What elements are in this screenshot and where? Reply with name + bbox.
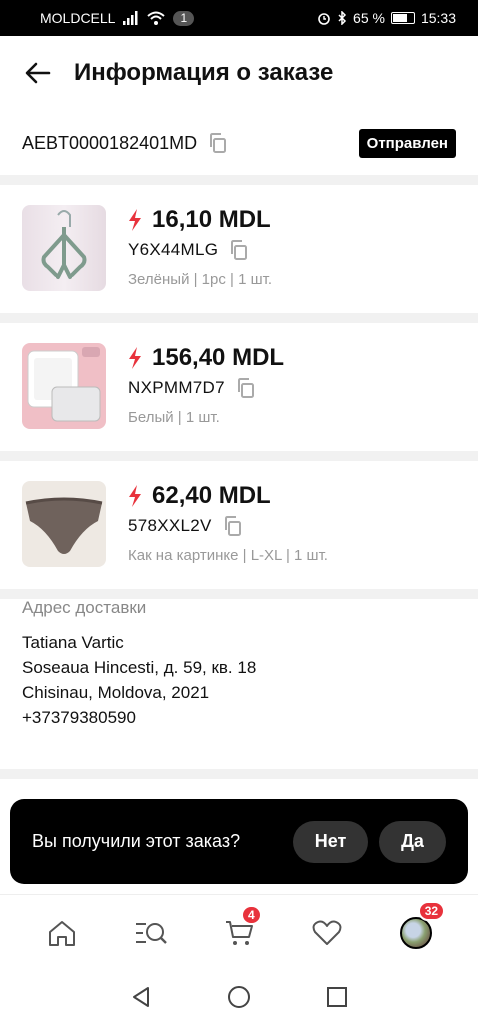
carrier-name: MOLDCELL (40, 10, 116, 26)
system-nav-bar (0, 970, 478, 1024)
order-id-row: AEBT0000182401MD Отправлен (0, 118, 478, 168)
item-variant: Как на картинке | L-XL | 1 шт. (128, 547, 328, 564)
recipient-name: Tatiana Vartic (22, 633, 124, 652)
recipient-phone: +37379380590 (22, 708, 136, 727)
search-list-icon (135, 922, 167, 944)
nav-home-icon[interactable] (227, 985, 251, 1009)
home-icon (49, 920, 76, 946)
order-item[interactable]: 62,40 MDL 578XXL2V Как на картинке | L-X… (0, 461, 478, 589)
delivery-address: Адрес доставки Tatiana Vartic Soseaua Hi… (22, 598, 452, 730)
no-button[interactable]: Нет (293, 820, 368, 863)
tab-cart[interactable]: 4 (217, 904, 262, 955)
divider (0, 175, 478, 185)
status-bar: MOLDCELL 1 65 % 15:33 (0, 0, 478, 36)
order-id: AEBT0000182401MD (22, 132, 198, 153)
tab-wishlist[interactable] (305, 911, 349, 955)
battery-percent: 65 % (353, 10, 385, 26)
yes-button[interactable]: Да (379, 820, 446, 863)
copy-icon[interactable] (235, 377, 257, 399)
item-price: 62,40 MDL (152, 482, 271, 509)
divider (0, 313, 478, 323)
item-sku: 578XXL2V (128, 516, 212, 535)
receipt-question: Вы получили этот заказ? (32, 831, 241, 851)
page-title: Информация о заказе (74, 59, 334, 86)
wifi-icon (147, 11, 166, 25)
item-sku: Y6X44MLG (128, 240, 219, 259)
heart-icon (312, 920, 342, 945)
battery-icon (390, 12, 415, 24)
item-price: 156,40 MDL (152, 344, 285, 371)
order-item[interactable]: 156,40 MDL NXPMM7D7 Белый | 1 шт. (0, 323, 478, 451)
signal-icon (123, 11, 138, 25)
receipt-confirm-banner: Вы получили этот заказ? Нет Да (10, 799, 468, 884)
divider (0, 769, 478, 779)
product-image (22, 343, 106, 429)
address-city: Chisinau, Moldova, 2021 (22, 683, 210, 702)
tab-profile[interactable]: 32 (394, 900, 446, 955)
copy-icon[interactable] (228, 239, 250, 261)
tab-search[interactable] (129, 911, 173, 955)
lightning-icon (129, 485, 141, 507)
address-label: Адрес доставки (22, 598, 147, 617)
tab-home[interactable] (40, 911, 84, 955)
profile-count-badge: 32 (417, 900, 446, 921)
item-price: 16,10 MDL (152, 206, 271, 233)
item-variant: Зелёный | 1рс | 1 шт. (128, 271, 273, 288)
bluetooth-icon (338, 11, 347, 25)
sim-badge: 1 (173, 10, 195, 26)
status-badge: Отправлен (358, 128, 456, 158)
app-header: Информация о заказе (0, 36, 478, 110)
alarm-icon (318, 13, 330, 25)
copy-icon[interactable] (222, 515, 244, 537)
arrow-left-icon (25, 62, 51, 84)
order-item[interactable]: 16,10 MDL Y6X44MLG Зелёный | 1рс | 1 шт. (0, 185, 478, 313)
item-variant: Белый | 1 шт. (128, 409, 220, 426)
bottom-tab-bar: 4 32 (0, 894, 478, 970)
copy-icon[interactable] (207, 132, 229, 154)
back-button[interactable] (22, 57, 54, 89)
divider (0, 451, 478, 461)
product-image (22, 481, 106, 567)
lightning-icon (129, 209, 141, 231)
avatar (399, 916, 432, 949)
lightning-icon (129, 347, 141, 369)
cart-count-badge: 4 (240, 904, 262, 925)
product-image (22, 205, 106, 291)
clock: 15:33 (420, 10, 456, 26)
nav-recents-icon[interactable] (326, 986, 348, 1008)
address-street: Soseaua Hincesti, д. 59, кв. 18 (22, 658, 257, 677)
item-sku: NXPMM7D7 (128, 378, 225, 397)
nav-back-icon[interactable] (130, 986, 152, 1008)
